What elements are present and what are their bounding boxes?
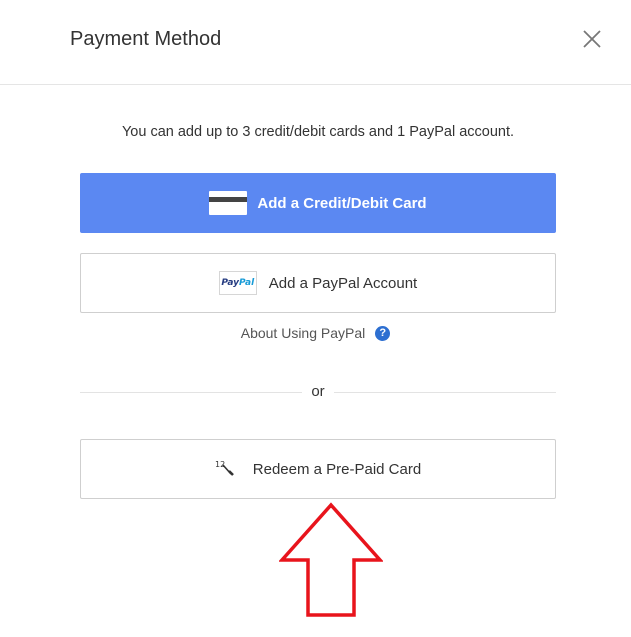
dialog-title: Payment Method (70, 28, 222, 50)
divider-right (334, 392, 556, 393)
divider-left (80, 392, 302, 393)
redeem-code-icon: 12 (215, 459, 235, 480)
add-paypal-label: Add a PayPal Account (268, 274, 418, 292)
add-paypal-button[interactable]: Pay Pal Add a PayPal Account (80, 253, 556, 313)
redeem-prepaid-button[interactable]: 12 Redeem a Pre-Paid Card (80, 439, 556, 499)
separator-or: or (311, 383, 325, 400)
help-icon[interactable]: ? (375, 325, 391, 341)
about-paypal-row: About Using PayPal ? (0, 325, 631, 341)
add-credit-card-label: Add a Credit/Debit Card (257, 194, 427, 212)
paypal-logo-icon: Pay Pal (218, 271, 257, 295)
info-text: You can add up to 3 credit/debit cards a… (121, 124, 515, 140)
about-paypal-link[interactable]: About Using PayPal (241, 325, 366, 341)
credit-card-icon (209, 191, 248, 215)
red-arrow-annotation (279, 502, 383, 617)
svg-text:12: 12 (215, 460, 225, 469)
close-icon (583, 30, 601, 48)
dialog-header: Payment Method (0, 0, 631, 85)
add-credit-card-button[interactable]: Add a Credit/Debit Card (80, 173, 556, 233)
redeem-prepaid-label: Redeem a Pre-Paid Card (252, 460, 422, 478)
close-button[interactable] (580, 27, 604, 51)
